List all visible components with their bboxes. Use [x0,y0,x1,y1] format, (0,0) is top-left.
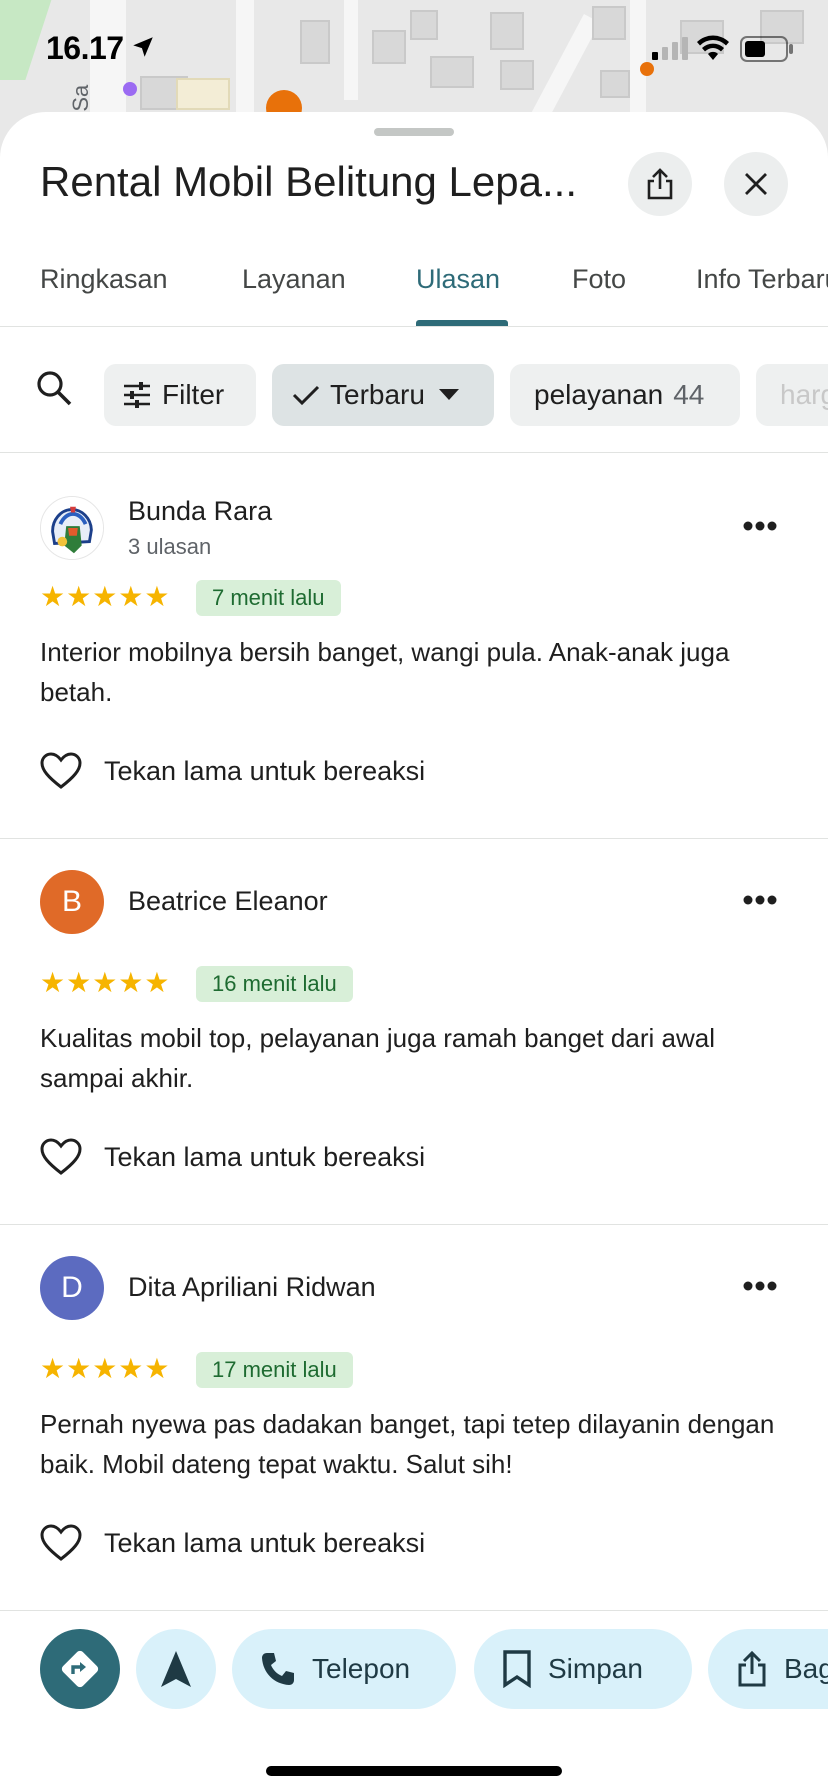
bookmark-icon [503,1650,531,1688]
call-button[interactable]: Telepon [232,1629,456,1709]
more-options-icon[interactable] [742,1280,778,1292]
avatar[interactable]: D [40,1256,104,1320]
review-text: Kualitas mobil top, pelayanan juga ramah… [40,1023,715,1093]
react-label: Tekan lama untuk bereaksi [104,755,426,786]
star-rating: ★★★★★ [40,1353,171,1384]
tab-layanan[interactable]: Layanan [242,264,346,295]
review-filter-bar: Filter Terbaru pelayanan 44 harga [0,326,828,453]
review-time-badge: 17 menit lalu [196,1352,353,1388]
location-arrow-icon [133,37,153,57]
status-bar: 16.17 [0,0,828,100]
reviewer-review-count: 3 ulasan [128,534,212,559]
topic-chip-harga[interactable]: harga [756,364,828,426]
reviewer-name[interactable]: Bunda Rara [128,496,272,527]
topic-chip-label: pelayanan [534,379,664,410]
review-card: D Dita Apriliani Ridwan ★★★★★ 17 menit l… [0,1224,828,1611]
action-bar: Telepon Simpan Bagikan [0,1610,828,1723]
share-icon [738,1650,766,1687]
close-icon [745,173,767,195]
close-button[interactable] [724,152,788,216]
tab-ulasan[interactable]: Ulasan [416,264,500,295]
star-rating: ★★★★★ [40,581,171,612]
react-button[interactable]: Tekan lama untuk bereaksi [40,1524,425,1562]
sort-chip-label: Terbaru [330,379,425,410]
review-time-badge: 7 menit lalu [196,580,341,616]
battery-icon [740,36,793,62]
more-options-icon[interactable] [742,520,778,532]
save-label: Simpan [548,1653,643,1684]
dropdown-arrow-icon [438,389,459,400]
wifi-icon [697,35,729,60]
home-indicator[interactable] [266,1766,562,1776]
react-label: Tekan lama untuk bereaksi [104,1141,426,1172]
react-button[interactable]: Tekan lama untuk bereaksi [40,1138,425,1176]
share-action-button[interactable]: Bagikan [708,1629,828,1709]
avatar-letter: B [61,885,82,918]
review-text: Interior mobilnya bersih banget, wangi p… [40,637,730,707]
topic-chip-label: harga [780,379,828,410]
share-icon [647,168,673,200]
place-title: Rental Mobil Belitung Lepa... [40,158,577,205]
topic-chip-count: 44 [673,379,705,410]
directions-button[interactable] [40,1629,120,1709]
avatar-letter: D [61,1271,83,1304]
reviewer-name[interactable]: Beatrice Eleanor [128,886,328,917]
helmet-avatar-icon [41,497,103,559]
check-icon [292,385,320,406]
tab-foto[interactable]: Foto [572,264,626,295]
share-label: Bagikan [784,1653,828,1684]
review-time-badge: 16 menit lalu [196,966,353,1002]
place-sheet: Rental Mobil Belitung Lepa... Ringkasan … [0,112,828,1792]
filter-chip-label: Filter [162,379,225,410]
start-navigation-button[interactable] [136,1629,216,1709]
tab-bar: Ringkasan Layanan Ulasan Foto Info Terba… [0,242,828,327]
topic-chip-pelayanan[interactable]: pelayanan 44 [510,364,740,426]
sort-chip[interactable]: Terbaru [272,364,494,426]
react-button[interactable]: Tekan lama untuk bereaksi [40,752,425,790]
heart-icon [40,752,82,789]
star-rating: ★★★★★ [40,967,171,998]
save-button[interactable]: Simpan [474,1629,692,1709]
tab-ringkasan[interactable]: Ringkasan [40,264,168,295]
tune-icon [124,382,150,408]
status-time: 16.17 [46,30,124,66]
review-card: B Beatrice Eleanor ★★★★★ 16 menit lalu K… [0,838,828,1225]
phone-icon [262,1653,294,1685]
cell-signal-icon [652,37,688,60]
heart-icon [40,1138,82,1175]
avatar[interactable]: B [40,870,104,934]
directions-icon [61,1650,99,1688]
review-card: Bunda Rara 3 ulasan ★★★★★ 7 menit lalu I… [0,452,828,839]
more-options-icon[interactable] [742,894,778,906]
share-button[interactable] [628,152,692,216]
avatar[interactable] [40,496,104,560]
call-label: Telepon [312,1653,411,1684]
filter-chip[interactable]: Filter [104,364,256,426]
review-text: Pernah nyewa pas dadakan banget, tapi te… [40,1409,775,1479]
sheet-drag-handle[interactable] [374,128,454,136]
heart-icon [40,1524,82,1561]
tab-info-terbaru[interactable]: Info Terbaru [696,264,828,295]
navigation-arrow-icon [161,1651,191,1687]
reviewer-name[interactable]: Dita Apriliani Ridwan [128,1272,376,1303]
search-icon[interactable] [34,368,74,408]
react-label: Tekan lama untuk bereaksi [104,1527,426,1558]
